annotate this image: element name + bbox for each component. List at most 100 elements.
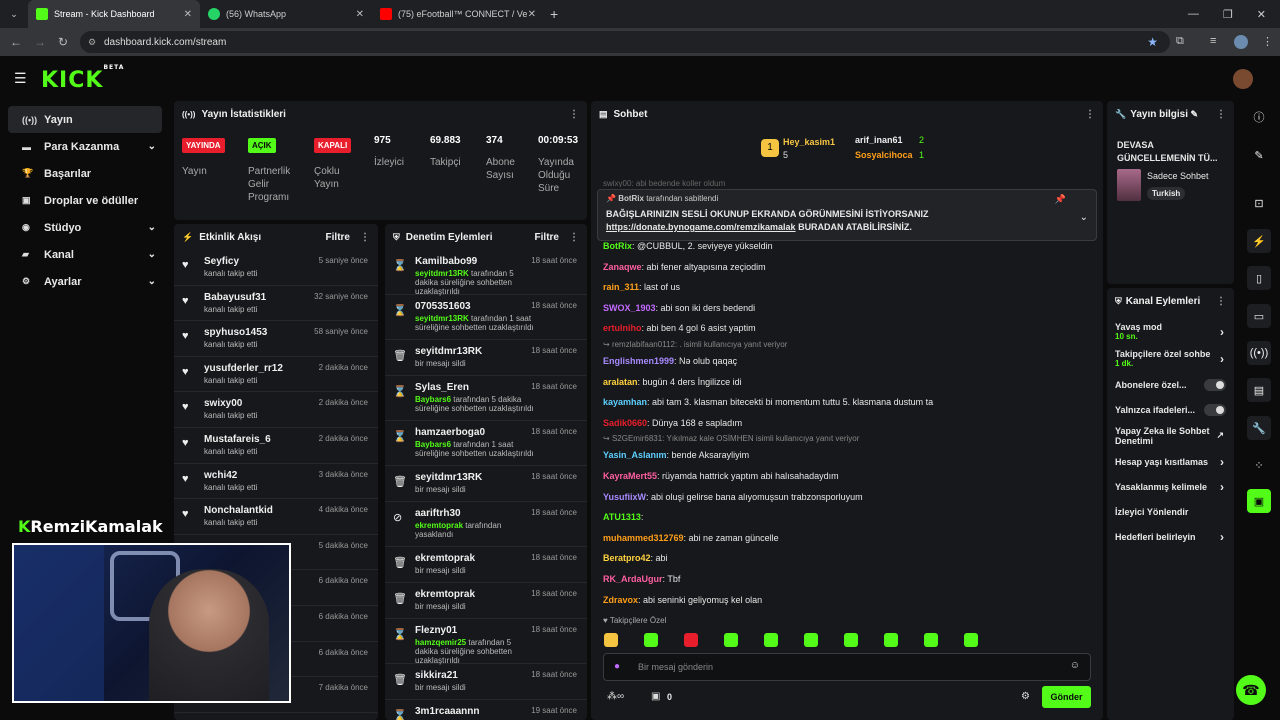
toggle-switch[interactable] [1204, 378, 1226, 391]
moderation-row[interactable]: 🗑 sikkira21 bir mesajı sildi 18 saat önc… [385, 664, 587, 700]
moderation-actor[interactable]: hamzqemir25 [415, 638, 466, 647]
chat-username[interactable]: Englishmen1999 [603, 356, 674, 366]
toggle-switch[interactable] [1204, 403, 1226, 416]
hamburger-menu-icon[interactable]: ☰ [14, 70, 27, 87]
moderation-actor[interactable]: seyitdmr13RK [415, 269, 469, 278]
activity-user[interactable]: Seyficy [204, 256, 257, 267]
chat-username[interactable]: kayamhan [603, 397, 647, 407]
moderation-actor[interactable]: Baybars6 [415, 395, 451, 404]
chat-message[interactable]: SWOX_1903: abi son iki ders bedendi [591, 298, 1091, 319]
browser-menu-icon[interactable]: ⋮ [1262, 35, 1273, 48]
file-icon[interactable]: ▯ [1247, 266, 1271, 290]
new-tab-icon[interactable]: + [550, 6, 558, 22]
chat-username[interactable]: Zanaqwe [603, 262, 642, 272]
channel-action-item[interactable]: İzleyici Yönlendir [1107, 499, 1234, 524]
activity-row[interactable]: ♥ wchi42 kanalı takip etti 3 dakika önce [174, 464, 378, 500]
language-tag[interactable]: Turkish [1147, 187, 1186, 200]
chat-message[interactable]: Beratpro42: abi [591, 548, 1091, 569]
activity-row[interactable]: ♥ swixy00 kanalı takip etti 2 dakika önc… [174, 392, 378, 428]
channel-action-item[interactable]: Yapay Zeka ile Sohbet Denetimi ↗ [1107, 422, 1234, 449]
pencil-icon[interactable]: ✎ [1247, 143, 1271, 167]
forward-icon[interactable]: → [34, 35, 46, 49]
gift-icon[interactable]: ▣ [651, 691, 660, 702]
moderation-row[interactable]: ⊘ aariftrh30 ekremtoprak tarafından yasa… [385, 502, 587, 547]
chat-message[interactable]: ATU1313: [591, 507, 1091, 528]
chat-username[interactable]: ertulniho [603, 323, 642, 333]
chat-message[interactable]: KayraMert55: rüyamda hattrick yaptım abi… [591, 466, 1091, 487]
kick-app-icon[interactable]: ▣ [1247, 489, 1271, 513]
moderation-row[interactable]: ⌛ Kamilbabo99 seyitdmr13RK tarafından 5 … [385, 250, 587, 296]
category-thumbnail[interactable] [1117, 169, 1141, 201]
moderation-user[interactable]: Sylas_Eren [415, 382, 535, 393]
channel-action-item[interactable]: Hedefleri belirleyin › [1107, 524, 1234, 549]
moderation-user[interactable]: hamzaerboga0 [415, 427, 535, 438]
emote-icon[interactable] [844, 633, 858, 647]
activity-user[interactable]: Mustafareis_6 [204, 434, 271, 445]
activity-row[interactable]: ♥ Babayusuf31 kanalı takip etti 32 saniy… [174, 286, 378, 322]
chat-username[interactable]: muhammed312769 [603, 533, 684, 543]
more-icon[interactable]: ⋮ [569, 109, 579, 120]
close-tab-icon[interactable]: ✕ [184, 9, 192, 20]
chat-username[interactable]: Beratpro42 [603, 553, 651, 563]
chat-message[interactable]: kayamhan: abi tam 3. klasman bitecekti b… [591, 392, 1091, 413]
tab-search-icon[interactable]: ⌄ [0, 9, 28, 20]
more-icon[interactable]: ⋮ [1216, 296, 1226, 307]
mic-icon[interactable]: ● [614, 661, 620, 672]
chat-username[interactable]: Zdravox [603, 595, 638, 605]
moderation-user[interactable]: sikkira21 [415, 670, 535, 681]
activity-row[interactable]: ♥ spyhuso1453 kanalı takip etti 58 saniy… [174, 321, 378, 357]
channel-action-item[interactable]: Hesap yaşı kısıtlamas › [1107, 449, 1234, 474]
site-info-icon[interactable]: ⚙ [88, 37, 96, 48]
chat-username[interactable]: Yasin_Aslanım [603, 450, 667, 460]
url-field[interactable]: ⚙ dashboard.kick.com/stream ★ [80, 31, 1170, 53]
user-avatar[interactable] [1233, 69, 1253, 89]
sidebar-item-kanal[interactable]: ▰ Kanal ⌄ [8, 241, 162, 268]
activity-user[interactable]: wchi42 [204, 470, 257, 481]
emote-icon[interactable] [644, 633, 658, 647]
extensions-icon[interactable]: ⧉ [1176, 35, 1184, 48]
profile-icon[interactable] [1234, 35, 1248, 49]
chat-username[interactable]: aralatan [603, 377, 638, 387]
chat-username[interactable]: YusufiixW [603, 492, 646, 502]
chat-message[interactable]: rain_311: last of us [591, 277, 1091, 298]
emote-icon[interactable] [924, 633, 938, 647]
moderation-row[interactable]: ⌛ Sylas_Eren Baybars6 tarafından 5 dakik… [385, 376, 587, 421]
chevron-down-icon[interactable]: ⌄ [1080, 212, 1088, 223]
activity-user[interactable]: spyhuso1453 [204, 327, 267, 338]
moderation-user[interactable]: Flezny01 [415, 625, 535, 636]
moderation-actor[interactable]: seyitdmr13RK [415, 314, 469, 323]
sidebar-item-studyo[interactable]: ◉ Stüdyo ⌄ [8, 214, 162, 241]
moderation-user[interactable]: 0705351603 [415, 301, 535, 312]
chat-message[interactable]: Yasin_Aslanım: bende Aksarayliyim [591, 445, 1091, 466]
info-icon[interactable]: ⓘ [1247, 105, 1271, 129]
chat-message[interactable]: ertulniho: abi ben 4 gol 6 asist yaptim [591, 318, 1091, 339]
chat-message[interactable]: YusufiixW: abi oluşi gelirse bana alıyom… [591, 487, 1091, 508]
chat-message[interactable]: Sadik0660: Dünya 168 e sapladım [591, 413, 1091, 434]
chat-username[interactable]: Sadik0660 [603, 418, 647, 428]
activity-user[interactable]: swixy00 [204, 398, 257, 409]
moderation-user[interactable]: ekremtoprak [415, 553, 535, 564]
channel-action-item[interactable]: Takipçilere özel sohbe 1 dk. › [1107, 345, 1234, 372]
emote-icon[interactable] [964, 633, 978, 647]
chat-message[interactable]: BotRix: @CUBBUL, 2. seviyeye yükseldin [591, 236, 1091, 257]
chat-message[interactable]: Zdravox: abi seninki geliyomuş kel olan [591, 590, 1091, 611]
filter-button[interactable]: Filtre [535, 232, 559, 243]
edit-icon[interactable]: ✎ [1190, 109, 1198, 120]
bookmark-star-icon[interactable]: ★ [1147, 35, 1158, 49]
kick-logo[interactable]: KICKBETA [41, 64, 124, 93]
moderation-row[interactable]: 🗑 ekremtoprak bir mesajı sildi 18 saat ö… [385, 583, 587, 619]
more-icon[interactable]: ⋮ [569, 232, 579, 243]
more-icon[interactable]: ⋮ [360, 232, 370, 243]
more-icon[interactable]: ⋮ [1216, 109, 1226, 120]
activity-user[interactable]: yusufderler_rr12 [204, 363, 283, 374]
close-tab-icon[interactable]: ✕ [356, 9, 364, 20]
chat-username[interactable]: RK_ArdaUgur [603, 574, 663, 584]
moderation-row[interactable]: 🗑 ekremtoprak bir mesajı sildi 18 saat ö… [385, 547, 587, 583]
moderation-user[interactable]: seyitdmr13RK [415, 346, 535, 357]
channel-action-item[interactable]: Yalnızca ifadeleri... [1107, 397, 1234, 422]
sidebar-item-basarilar[interactable]: 🏆 Başarılar [8, 160, 162, 187]
send-button[interactable]: Gönder [1042, 686, 1091, 708]
lightning-rail-icon[interactable]: ⚡ [1247, 229, 1271, 253]
chat-input[interactable]: ● Bir mesaj gönderin ☺ [603, 653, 1091, 681]
emote-icon[interactable] [684, 633, 698, 647]
